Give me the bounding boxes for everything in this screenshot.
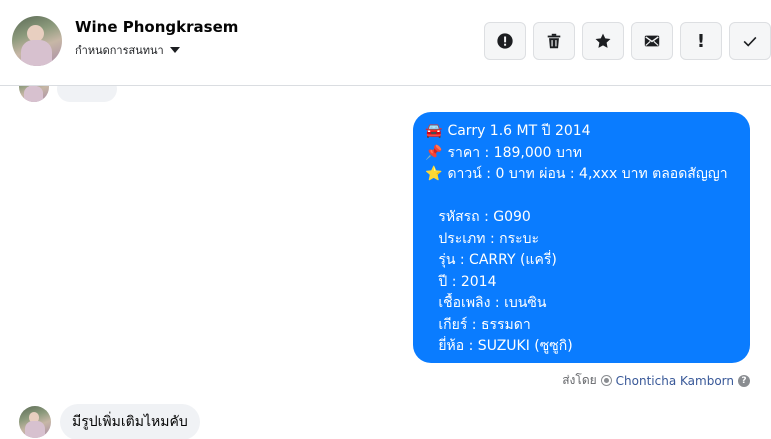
caret-down-icon xyxy=(169,47,180,53)
star-emoji-icon: ⭐ xyxy=(425,166,443,182)
message-line: ยี่ห้อ : SUZUKI (ซูซูกิ) xyxy=(425,338,573,354)
checkmark-icon xyxy=(743,36,757,47)
conversation-settings-label: กำหนดการสนทนา xyxy=(75,44,164,57)
message-line: รุ่น : CARRY (แครี่) xyxy=(425,252,557,268)
conversation-settings-dropdown[interactable]: กำหนดการสนทนา xyxy=(75,41,180,59)
pushpin-icon: 📌 xyxy=(425,144,443,161)
star-button[interactable] xyxy=(582,22,624,60)
message-line: รหัสรถ : G090 xyxy=(425,209,531,225)
report-button[interactable] xyxy=(484,22,526,60)
outgoing-message-bubble[interactable]: 🚘 Carry 1.6 MT ปี 2014 📌 ราคา : 189,000 … xyxy=(413,112,750,363)
contact-avatar-small xyxy=(19,406,51,438)
incoming-message-bubble[interactable]: มีรูปเพิ่มเติมไหมคับ xyxy=(60,404,200,439)
alert-circle-icon xyxy=(497,33,513,49)
exclamation-icon: ! xyxy=(696,30,706,52)
previous-message-bubble xyxy=(57,86,117,102)
incoming-message-row: มีรูปเพิ่มเติมไหมคับ xyxy=(19,404,200,439)
message-line xyxy=(425,186,738,208)
help-icon[interactable]: ? xyxy=(738,374,750,387)
sent-by-info: ส่งโดย Chonticha Kamborn ? xyxy=(562,371,750,390)
sent-by-label: ส่งโดย xyxy=(562,373,597,387)
message-line: ประเภท : กระบะ xyxy=(425,230,540,247)
message-thread[interactable]: 🚘 Carry 1.6 MT ปี 2014 📌 ราคา : 189,000 … xyxy=(0,86,771,439)
previous-message-row xyxy=(19,86,117,102)
message-line: เกียร์ : ธรรมดา xyxy=(425,316,531,333)
envelope-icon xyxy=(644,35,660,47)
message-line: 📌 ราคา : 189,000 บาท xyxy=(425,143,738,165)
contact-avatar-small xyxy=(19,86,49,102)
trash-icon xyxy=(547,33,561,49)
message-line: ⭐ ดาวน์ : 0 บาท ผ่อน : 4,xxx บาท ตลอดสัญ… xyxy=(425,164,738,186)
delete-button[interactable] xyxy=(533,22,575,60)
message-line: ปี : 2014 xyxy=(425,273,497,290)
car-icon: 🚘 xyxy=(425,123,443,139)
sender-name[interactable]: Chonticha Kamborn xyxy=(616,374,734,388)
done-button[interactable] xyxy=(729,22,771,60)
header-toolbar: ! xyxy=(484,22,771,60)
contact-avatar[interactable] xyxy=(12,16,62,66)
sender-status-icon xyxy=(600,375,612,386)
mark-unread-button[interactable] xyxy=(631,22,673,60)
message-line: 🚘 Carry 1.6 MT ปี 2014 xyxy=(425,121,738,143)
message-line: เชื้อเพลิง : เบนซิน xyxy=(425,295,547,311)
star-icon xyxy=(595,33,611,48)
contact-name[interactable]: Wine Phongkrasem xyxy=(75,18,238,36)
conversation-header: Wine Phongkrasem กำหนดการสนทนา ! xyxy=(0,0,771,86)
important-button[interactable]: ! xyxy=(680,22,722,60)
